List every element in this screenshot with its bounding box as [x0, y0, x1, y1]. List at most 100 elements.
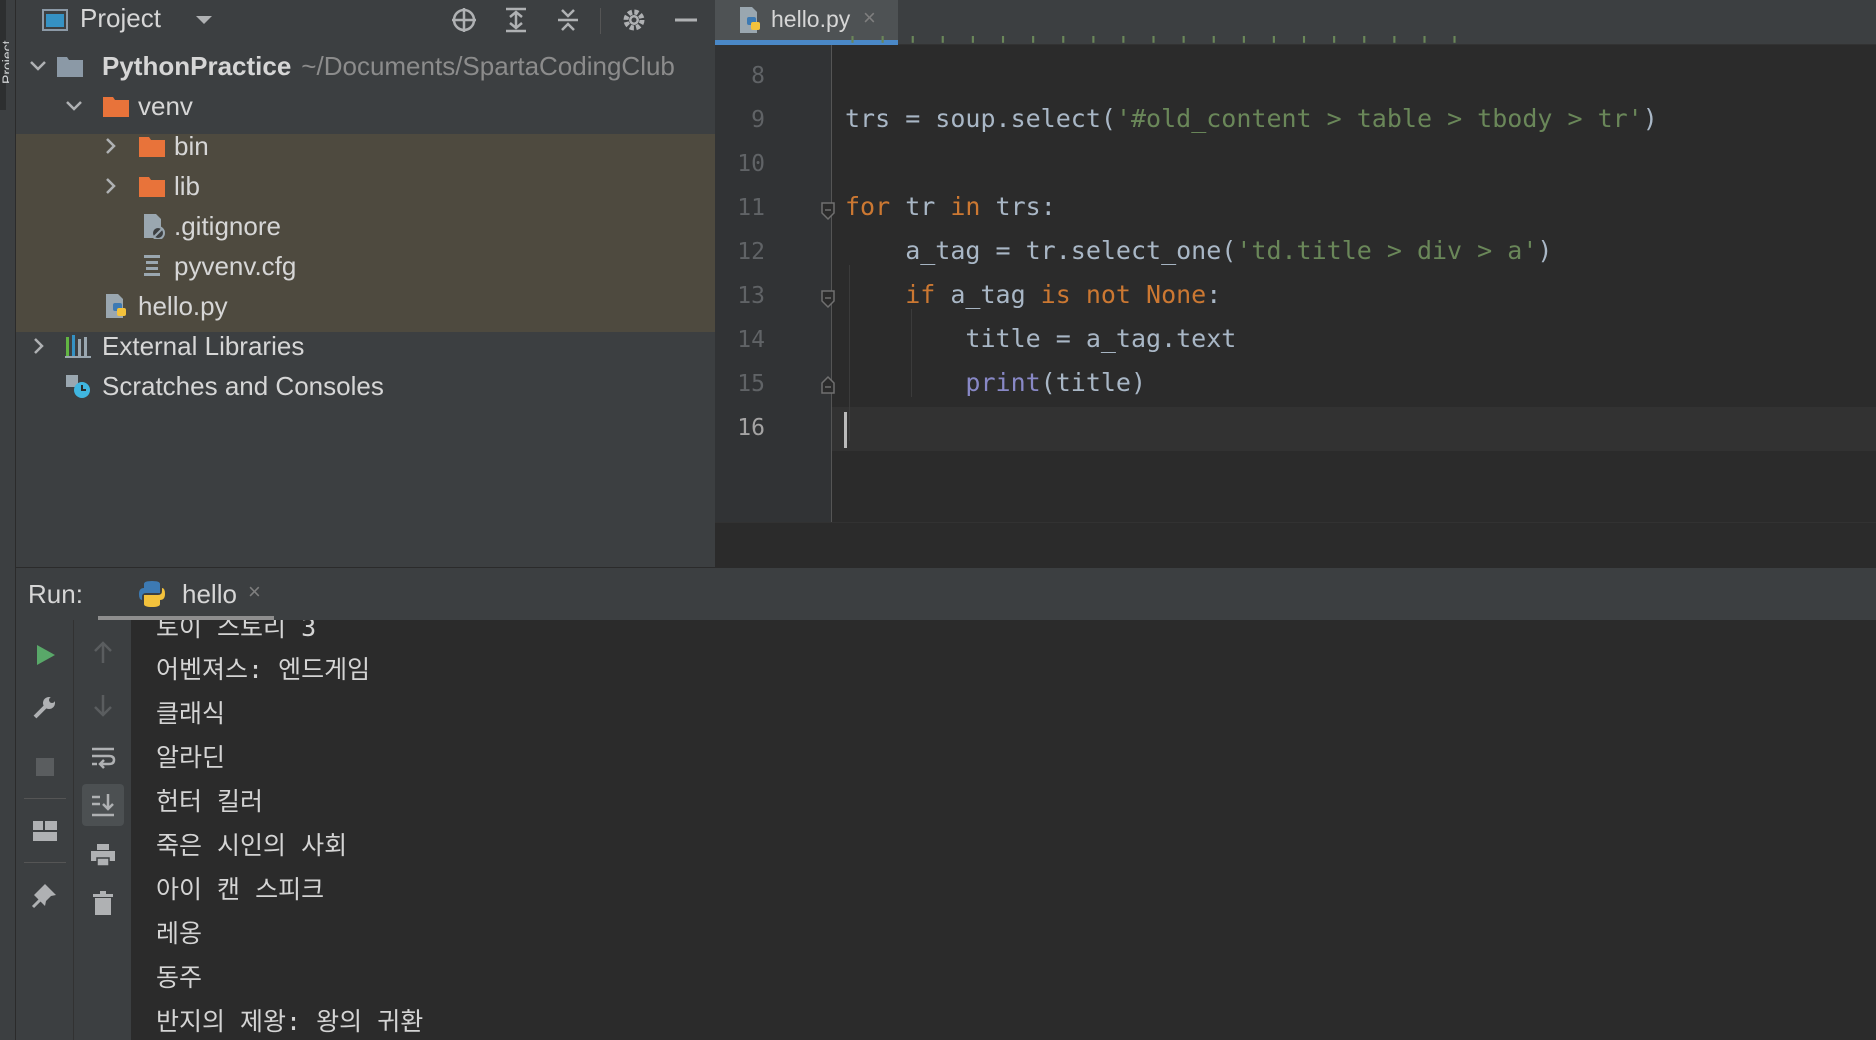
printer-icon: [91, 844, 115, 867]
chevron-right-icon[interactable]: [26, 334, 50, 358]
restore-layout-button[interactable]: [24, 810, 66, 852]
console-line: 클래식: [156, 699, 226, 728]
run-toolbar-secondary: [74, 620, 132, 1040]
close-icon[interactable]: ×: [248, 579, 261, 605]
project-view-icon: [42, 9, 68, 31]
scroll-up-button[interactable]: [82, 632, 124, 674]
tree-item-label: External Libraries: [102, 331, 305, 361]
arrow-up-icon: [94, 641, 112, 663]
run-panel-header: Run: hello ×: [16, 567, 1876, 621]
tree-item-label: lib: [174, 171, 201, 201]
collapse-all-icon: [558, 9, 578, 31]
run-toolbar-primary: [16, 620, 74, 1040]
console-line: 어벤져스: 엔드게임: [156, 655, 371, 684]
excluded-folder-icon: [139, 137, 165, 157]
tree-item-hello-py[interactable]: hello.py: [16, 286, 715, 326]
config-file-icon: [144, 255, 160, 276]
project-stripe-label: Project: [0, 40, 9, 84]
editor-empty-area: [715, 522, 1876, 567]
close-icon[interactable]: ×: [863, 5, 876, 31]
tab-label: hello.py: [771, 6, 851, 32]
collapse-all-button[interactable]: [550, 2, 586, 38]
tree-item-path: ~/Documents/SpartaCodingClub: [301, 51, 675, 81]
tree-item-scratches[interactable]: Scratches and Consoles: [16, 366, 715, 406]
fold-marker-icon[interactable]: [820, 201, 836, 221]
code-line-15: print(title): [845, 368, 1147, 397]
code-line-14: title = a_tag.text: [845, 324, 1237, 353]
ignore-file-icon: [144, 214, 165, 239]
tree-item-label: .gitignore: [174, 211, 281, 241]
layout-icon: [33, 821, 57, 841]
tree-item-gitignore[interactable]: .gitignore: [16, 206, 715, 246]
wrench-icon: [33, 697, 55, 719]
tree-item-venv[interactable]: venv: [16, 86, 715, 126]
line-number: 15: [737, 371, 765, 397]
python-file-icon: [740, 7, 760, 33]
console-line: 토이 스토리 3: [156, 620, 317, 642]
chevron-down-icon[interactable]: [62, 94, 86, 118]
tree-item-lib[interactable]: lib: [16, 166, 715, 206]
chevron-right-icon[interactable]: [98, 174, 122, 198]
locate-file-button[interactable]: [446, 2, 482, 38]
chevron-down-icon[interactable]: [26, 54, 50, 78]
project-panel: Project PythonPractice ~/Documents/Spart…: [16, 0, 715, 567]
tree-item-bin[interactable]: bin: [16, 126, 715, 166]
project-panel-header: Project: [16, 0, 715, 40]
expand-all-icon: [506, 7, 526, 33]
console-line: 동주: [156, 963, 203, 992]
clear-all-button[interactable]: [82, 882, 124, 924]
print-button[interactable]: [82, 834, 124, 876]
hide-panel-button[interactable]: [668, 2, 704, 38]
excluded-folder-icon: [103, 97, 129, 117]
left-tool-stripe: Project: [0, 0, 16, 1040]
line-number: 13: [737, 283, 765, 309]
project-settings-button[interactable]: [616, 2, 652, 38]
fold-end-marker-icon[interactable]: [820, 375, 836, 395]
chevron-right-icon[interactable]: [98, 134, 122, 158]
expand-all-button[interactable]: [498, 2, 534, 38]
edit-configuration-button[interactable]: [24, 686, 66, 728]
line-number: 10: [737, 151, 765, 177]
line-number: 14: [737, 327, 765, 353]
chevron-down-icon[interactable]: [192, 10, 216, 30]
fold-marker-icon[interactable]: [820, 289, 836, 309]
toolbar-separator: [24, 798, 66, 799]
tree-item-label: hello.py: [138, 291, 228, 321]
tree-item-label: venv: [138, 91, 193, 121]
project-view-selector[interactable]: Project: [80, 3, 161, 34]
tree-item-pythonpractice[interactable]: PythonPractice ~/Documents/SpartaCodingCl…: [16, 46, 715, 86]
run-panel-label: Run:: [28, 579, 83, 609]
code-editor[interactable]: ' ' ' ' ' ' ' ' ' ' ' ' ' ' ' ' ' ' ' ' …: [715, 31, 1876, 522]
code-line-11: for tr in trs:: [845, 192, 1056, 221]
stop-button[interactable]: [24, 746, 66, 788]
rerun-button[interactable]: [24, 634, 66, 676]
run-console-output[interactable]: 토이 스토리 3 어벤져스: 엔드게임 클래식 알라딘 헌터 킬러 죽은 시인의…: [132, 620, 1876, 1040]
soft-wrap-button[interactable]: [82, 736, 124, 778]
crosshair-icon: [452, 8, 476, 32]
tree-item-pyvenv-cfg[interactable]: pyvenv.cfg: [16, 246, 715, 286]
tree-item-label: Scratches and Consoles: [102, 371, 384, 401]
tree-item-external-libraries[interactable]: External Libraries: [16, 326, 715, 366]
stop-icon: [36, 758, 54, 776]
run-tab-label: hello: [182, 579, 237, 609]
toolbar-separator: [24, 862, 66, 863]
code-line-9: trs = soup.select('#old_content > table …: [845, 104, 1658, 133]
project-tool-window-button[interactable]: Project: [0, 0, 9, 110]
line-number: 12: [737, 239, 765, 265]
play-icon: [37, 645, 55, 665]
pin-tab-button[interactable]: [24, 874, 66, 916]
line-number: 11: [737, 195, 765, 221]
minimize-icon: [675, 18, 697, 22]
current-line-highlight: [832, 407, 1876, 451]
gear-icon: [623, 9, 645, 31]
tree-item-label: bin: [174, 131, 209, 161]
scroll-down-button[interactable]: [82, 684, 124, 726]
line-number-current: 16: [737, 415, 765, 441]
header-separator: [600, 8, 601, 34]
scroll-to-end-button[interactable]: [82, 784, 124, 826]
tree-item-label: PythonPractice: [102, 51, 292, 81]
partial-code-line: ' ' ' ' ' ' ' ' ' ' ' ' ' ' ' ' ' ' ' ' …: [845, 31, 1463, 51]
python-icon: [139, 581, 165, 607]
pin-icon: [31, 884, 56, 909]
run-tab-hello[interactable]: hello ×: [98, 568, 274, 621]
